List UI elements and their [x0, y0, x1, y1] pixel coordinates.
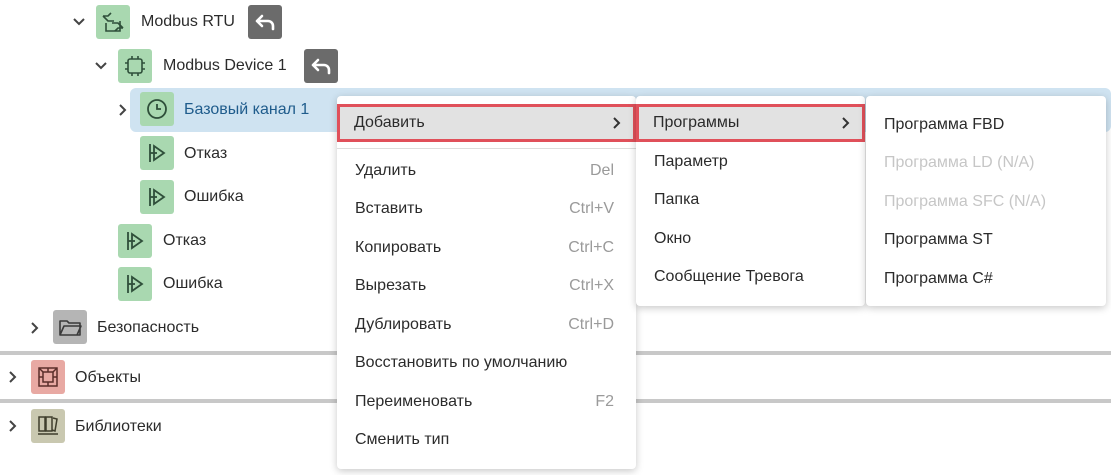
chevron-right-icon[interactable]: [6, 419, 20, 433]
serial-bus-icon: [96, 5, 130, 39]
menu-item-restore-default[interactable]: Восстановить по умолчанию: [337, 344, 636, 382]
program-item-csharp[interactable]: Программа C#: [866, 260, 1106, 298]
tree-label-channel-fault[interactable]: Отказ: [184, 144, 227, 164]
submenu-item-alarm-message[interactable]: Сообщение Тревога: [636, 258, 865, 296]
tree-label-channel-error[interactable]: Ошибка: [184, 187, 244, 207]
menu-item-label: Переименовать: [355, 393, 473, 410]
program-item-ld: Программа LD (N/A): [866, 144, 1106, 182]
chevron-right-icon[interactable]: [28, 321, 42, 335]
programs-submenu: Программа FBD Программа LD (N/A) Програм…: [866, 96, 1106, 306]
chevron-down-icon[interactable]: [72, 15, 86, 29]
program-item-st[interactable]: Программа ST: [866, 221, 1106, 259]
panel-label-libraries[interactable]: Библиотеки: [75, 417, 162, 437]
shortcut-label: F2: [595, 393, 614, 410]
signal-tag-icon: [118, 224, 152, 258]
library-icon: [31, 409, 65, 443]
signal-tag-icon: [118, 267, 152, 301]
submenu-item-programs[interactable]: Программы: [636, 104, 865, 142]
tree-label-base-channel[interactable]: Базовый канал 1: [184, 100, 309, 120]
menu-separator: [337, 148, 636, 149]
menu-item-label: Сменить тип: [355, 431, 450, 448]
shortcut-label: Ctrl+V: [569, 200, 614, 217]
submenu-item-parameter[interactable]: Параметр: [636, 143, 865, 181]
menu-item-label: Программа LD (N/A): [884, 154, 1035, 171]
shortcut-label: Del: [589, 162, 614, 179]
submenu-item-folder[interactable]: Папка: [636, 181, 865, 219]
menu-item-label: Дублировать: [355, 316, 452, 333]
menu-item-duplicate[interactable]: Дублировать Ctrl+D: [337, 306, 636, 344]
chevron-down-icon[interactable]: [94, 59, 108, 73]
menu-item-label: Программа FBD: [884, 116, 1005, 133]
signal-tag-icon: [140, 180, 174, 214]
menu-item-rename[interactable]: Переименовать F2: [337, 383, 636, 421]
menu-item-label: Вырезать: [355, 277, 427, 294]
panel-label-objects[interactable]: Объекты: [75, 368, 141, 388]
menu-item-copy[interactable]: Копировать Ctrl+C: [337, 229, 636, 267]
menu-item-label: Удалить: [355, 162, 417, 179]
submenu-item-window[interactable]: Окно: [636, 220, 865, 258]
menu-item-label: Восстановить по умолчанию: [355, 354, 568, 371]
add-submenu: Программы Параметр Папка Окно Сообщение …: [636, 96, 865, 306]
menu-item-paste[interactable]: Вставить Ctrl+V: [337, 190, 636, 228]
tree-label-security[interactable]: Безопасность: [97, 318, 199, 338]
menu-item-label: Программа ST: [884, 231, 993, 248]
objects-icon: [31, 360, 65, 394]
folder-icon: [53, 310, 87, 344]
shortcut-label: Ctrl+C: [568, 239, 614, 256]
return-icon[interactable]: [248, 5, 282, 39]
context-menu: Добавить Удалить Del Вставить Ctrl+V Коп…: [337, 96, 636, 469]
menu-item-label: Копировать: [355, 239, 442, 256]
tree-label-modbus-rtu[interactable]: Modbus RTU: [141, 12, 235, 32]
signal-tag-icon: [140, 136, 174, 170]
menu-item-label: Программа C#: [884, 270, 993, 287]
program-item-fbd[interactable]: Программа FBD: [866, 106, 1106, 144]
shortcut-label: Ctrl+D: [568, 316, 614, 333]
program-item-sfc: Программа SFC (N/A): [866, 183, 1106, 221]
chevron-right-icon[interactable]: [116, 103, 130, 117]
menu-item-label: Параметр: [654, 153, 728, 170]
menu-item-label: Программы: [653, 114, 740, 131]
menu-item-label: Папка: [654, 191, 700, 208]
chevron-right-icon[interactable]: [6, 370, 20, 384]
chevron-right-icon: [839, 116, 853, 130]
shortcut-label: Ctrl+X: [569, 277, 614, 294]
menu-item-label: Сообщение Тревога: [654, 268, 804, 285]
return-icon[interactable]: [304, 49, 338, 83]
tree-label-modbus-device[interactable]: Modbus Device 1: [163, 56, 287, 76]
menu-item-delete[interactable]: Удалить Del: [337, 152, 636, 190]
tree-label-device-error[interactable]: Ошибка: [163, 274, 223, 294]
menu-item-change-type[interactable]: Сменить тип: [337, 421, 636, 459]
menu-item-cut[interactable]: Вырезать Ctrl+X: [337, 267, 636, 305]
menu-item-add[interactable]: Добавить: [337, 104, 636, 142]
menu-item-label: Добавить: [354, 114, 425, 131]
device-chip-icon: [118, 49, 152, 83]
menu-item-label: Программа SFC (N/A): [884, 193, 1047, 210]
clock-icon: [140, 92, 174, 126]
chevron-right-icon: [610, 116, 624, 130]
menu-item-label: Вставить: [355, 200, 423, 217]
menu-item-label: Окно: [654, 230, 692, 247]
tree-label-device-fault[interactable]: Отказ: [163, 231, 206, 251]
